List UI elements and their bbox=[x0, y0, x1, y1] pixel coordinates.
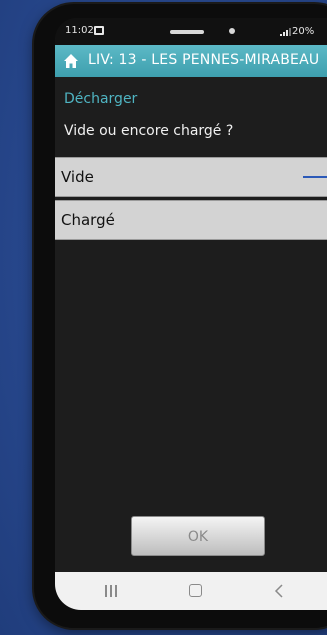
recent-apps-icon[interactable] bbox=[105, 585, 117, 597]
navigation-bar bbox=[55, 572, 327, 610]
selection-indicator bbox=[303, 176, 327, 178]
signal-icon bbox=[280, 28, 291, 36]
option-vide-label: Vide bbox=[61, 168, 94, 186]
option-vide[interactable]: Vide bbox=[55, 157, 327, 197]
status-bar: 11:02 20% bbox=[55, 18, 327, 45]
nav-home-icon[interactable] bbox=[189, 584, 202, 597]
phone-screen: 11:02 20% LIV: 13 - LES PENNES-MIRABEAU … bbox=[55, 18, 327, 610]
option-charge-label: Chargé bbox=[61, 211, 115, 229]
front-camera bbox=[229, 28, 235, 34]
background: 11:02 20% LIV: 13 - LES PENNES-MIRABEAU … bbox=[0, 0, 327, 635]
title-bar: LIV: 13 - LES PENNES-MIRABEAU bbox=[55, 45, 327, 77]
section-title: Décharger bbox=[64, 91, 138, 107]
page-title: LIV: 13 - LES PENNES-MIRABEAU bbox=[88, 52, 320, 68]
question-text: Vide ou encore chargé ? bbox=[64, 123, 234, 139]
battery-level: 20% bbox=[292, 26, 315, 37]
earpiece-speaker bbox=[170, 30, 204, 34]
notification-icon bbox=[94, 26, 104, 35]
home-icon[interactable] bbox=[63, 53, 79, 69]
back-icon[interactable] bbox=[274, 584, 284, 598]
option-charge[interactable]: Chargé bbox=[55, 200, 327, 240]
status-time: 11:02 bbox=[65, 25, 94, 36]
main-content: Décharger Vide ou encore chargé ? Vide C… bbox=[55, 77, 327, 572]
ok-button[interactable]: OK bbox=[131, 516, 265, 556]
